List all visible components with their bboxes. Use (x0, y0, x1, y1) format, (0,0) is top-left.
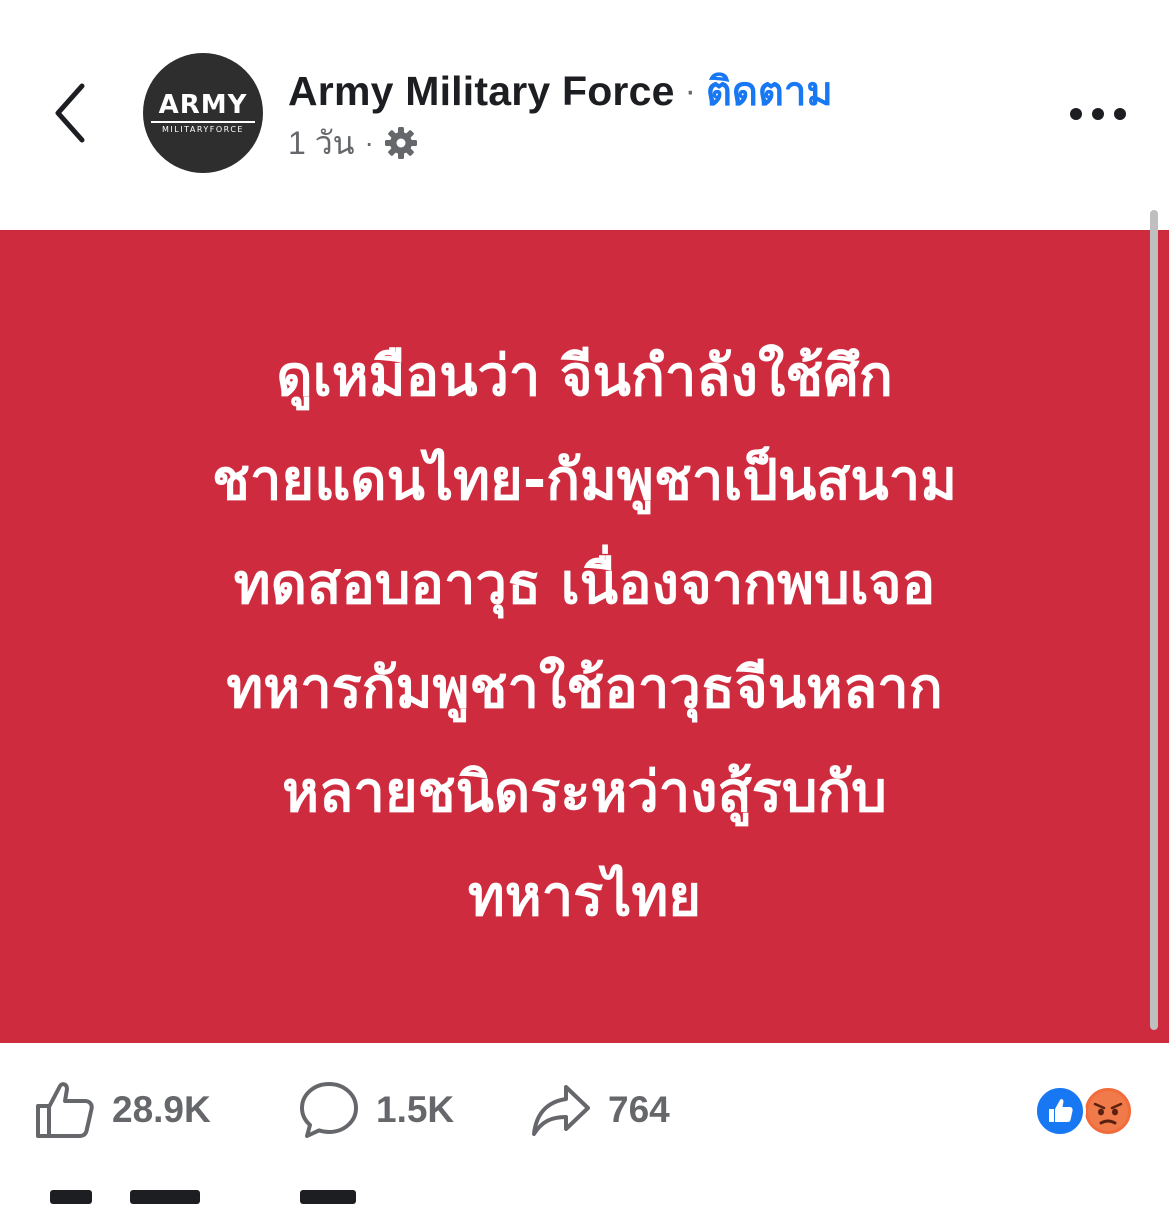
post-text-line: หลายชนิดระหว่างสู้รบกับ (282, 759, 887, 825)
post-time[interactable]: 1 วัน (288, 118, 355, 169)
post-text-line: ชายแดนไทย-กัมพูชาเป็นสนาม (211, 447, 958, 513)
more-options-button[interactable] (1062, 92, 1134, 136)
post-text-line: ดูเหมือนว่า จีนกำลังใช้ศึก (276, 343, 893, 409)
avatar[interactable]: ARMY MILITARYFORCE (143, 53, 263, 173)
share-count: 764 (608, 1089, 670, 1130)
avatar-logo-rule (151, 120, 255, 123)
page-name[interactable]: Army Military Force (288, 68, 675, 115)
thumbs-up-icon (36, 1082, 94, 1138)
angry-reaction-icon (1082, 1085, 1134, 1137)
chevron-left-icon (55, 83, 85, 143)
post-text-line: ทหารกัมพูชาใช้อาวุธจีนหลาก (226, 655, 943, 721)
like-reaction-icon (1034, 1085, 1086, 1137)
post-text-card[interactable]: ดูเหมือนว่า จีนกำลังใช้ศึก ชายแดนไทย-กัม… (0, 230, 1169, 1043)
scrollbar[interactable] (1150, 210, 1158, 1030)
follow-button[interactable]: ติดตาม (706, 59, 833, 123)
post-text: ดูเหมือนว่า จีนกำลังใช้ศึก ชายแดนไทย-กัม… (85, 325, 1085, 949)
avatar-logo-text: ARMY (158, 89, 248, 120)
post-view: ARMY MILITARYFORCE Army Military Force ·… (0, 0, 1169, 1206)
avatar-logo-subtext: MILITARYFORCE (162, 124, 244, 134)
back-button[interactable] (40, 78, 100, 148)
more-dots-icon (1070, 108, 1126, 120)
meta-separator: · (364, 127, 374, 158)
comment-bubble-icon (300, 1082, 358, 1138)
reactions-summary[interactable] (1034, 1085, 1138, 1139)
like-count: 28.9K (112, 1089, 211, 1130)
cropped-text-line (50, 1186, 550, 1206)
gear-icon (384, 127, 417, 159)
comment-button[interactable]: 1.5K (298, 1075, 454, 1145)
share-button[interactable]: 764 (530, 1075, 670, 1145)
like-button[interactable]: 28.9K (34, 1075, 211, 1145)
post-text-line: ทหารไทย (467, 863, 702, 929)
title-separator: · (684, 71, 696, 110)
comment-count: 1.5K (376, 1089, 455, 1130)
title-row: Army Military Force · ติดตาม (288, 66, 833, 116)
post-text-line: ทดสอบอาวุธ เนื่องจากพบเจอ (233, 551, 936, 617)
share-arrow-icon (532, 1085, 590, 1136)
post-meta: 1 วัน · (288, 122, 418, 164)
